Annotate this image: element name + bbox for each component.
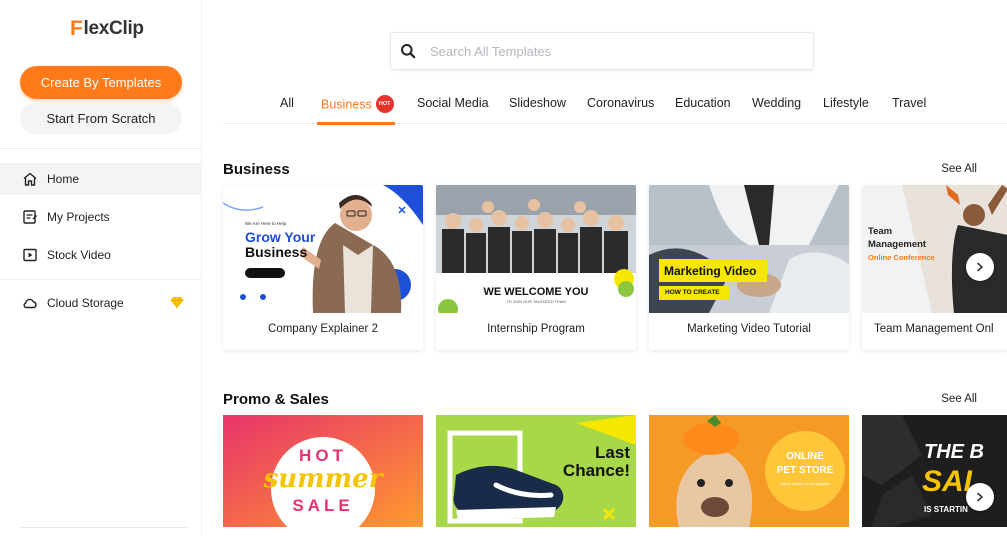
premium-diamond-icon bbox=[170, 296, 184, 309]
thumb-subheading: HOW TO CREATE bbox=[665, 289, 720, 296]
tab-social-media[interactable]: Social Media bbox=[417, 96, 489, 110]
chevron-right-icon bbox=[977, 262, 983, 272]
sidebar-item-home[interactable]: Home bbox=[0, 163, 202, 195]
template-title: Company Explainer 2 bbox=[268, 323, 378, 335]
sidebar-item-label: Cloud Storage bbox=[47, 296, 124, 310]
sidebar-bottom-divider bbox=[20, 527, 187, 528]
thumb-subtext: with a variety of pet supplies bbox=[779, 481, 831, 486]
tab-coronavirus[interactable]: Coronavirus bbox=[587, 96, 654, 110]
tab-travel[interactable]: Travel bbox=[892, 96, 926, 110]
template-card[interactable]: HOT summer SALE bbox=[223, 415, 423, 527]
thumb-subheading: TO JOIN OUR TALENTED TEAM bbox=[506, 299, 566, 304]
section-title-promo: Promo & Sales bbox=[223, 391, 329, 408]
thumb-heading-line1: Grow Your bbox=[245, 229, 316, 245]
flexclip-logo[interactable]: FlexClip bbox=[70, 17, 144, 41]
logo-text: lexClip bbox=[83, 18, 145, 39]
template-card[interactable]: ONLINE PET STORE with a variety of pet s… bbox=[649, 415, 849, 527]
see-all-business-link[interactable]: See All bbox=[941, 163, 977, 175]
tab-business[interactable]: Business HOT bbox=[321, 95, 394, 114]
template-card[interactable]: Marketing Video HOW TO CREATE Marketing … bbox=[649, 185, 849, 350]
template-title: Team Management Onl bbox=[874, 323, 994, 335]
tab-wedding[interactable]: Wedding bbox=[752, 96, 801, 110]
cloud-icon bbox=[22, 295, 38, 311]
template-thumbnail: WE WELCOME YOU TO JOIN OUR TALENTED TEAM bbox=[436, 185, 636, 313]
thumb-heading-line2: Business bbox=[245, 244, 308, 260]
search-bar bbox=[390, 32, 814, 70]
create-by-templates-button[interactable]: Create By Templates bbox=[20, 66, 182, 99]
template-title: Marketing Video Tutorial bbox=[687, 323, 811, 335]
projects-icon bbox=[22, 209, 38, 225]
thumb-text-line1: THE B bbox=[924, 441, 984, 463]
thumb-subtext: IS STARTIN bbox=[924, 505, 968, 514]
thumb-text-line2: PET STORE bbox=[776, 465, 834, 476]
sidebar-item-label: Home bbox=[47, 172, 80, 186]
template-thumbnail: Marketing Video HOW TO CREATE bbox=[649, 185, 849, 313]
thumb-small-text: We Are Here to Help bbox=[245, 221, 287, 226]
sidebar: FlexClip Create By Templates Start From … bbox=[0, 0, 202, 536]
thumb-text-bottom: SALE bbox=[292, 496, 354, 515]
sidebar-item-my-projects[interactable]: My Projects bbox=[0, 201, 202, 233]
sidebar-divider bbox=[0, 279, 202, 280]
template-title: Internship Program bbox=[487, 323, 585, 335]
template-thumbnail: We Are Here to Help Grow Your Business bbox=[223, 185, 423, 313]
logo-mark: F bbox=[70, 17, 83, 40]
scroll-right-business-button[interactable] bbox=[966, 253, 994, 281]
thumb-heading-line3: Online Conference bbox=[868, 253, 935, 262]
template-card[interactable]: Last Chance! bbox=[436, 415, 636, 527]
thumb-heading: WE WELCOME YOU bbox=[483, 286, 589, 298]
sidebar-item-label: My Projects bbox=[47, 210, 110, 224]
hot-badge: HOT bbox=[375, 95, 394, 113]
sidebar-item-cloud-storage[interactable]: Cloud Storage bbox=[0, 287, 202, 319]
video-icon bbox=[22, 247, 38, 263]
tab-slideshow[interactable]: Slideshow bbox=[509, 96, 566, 110]
search-icon bbox=[401, 44, 416, 59]
thumb-text-top: HOT bbox=[299, 446, 347, 465]
active-tab-indicator bbox=[317, 122, 395, 125]
tab-label: Business bbox=[321, 97, 372, 112]
scroll-right-promo-button[interactable] bbox=[966, 483, 994, 511]
start-from-scratch-button[interactable]: Start From Scratch bbox=[20, 103, 182, 134]
search-input[interactable] bbox=[430, 43, 770, 59]
category-tabs: All Business HOT Social Media Slideshow C… bbox=[222, 88, 1007, 125]
template-card[interactable]: WE WELCOME YOU TO JOIN OUR TALENTED TEAM… bbox=[436, 185, 636, 350]
thumb-heading-line2: Management bbox=[868, 239, 927, 250]
tab-education[interactable]: Education bbox=[675, 96, 731, 110]
sidebar-item-stock-video[interactable]: Stock Video bbox=[0, 239, 202, 271]
thumb-text-line1: ONLINE bbox=[786, 451, 824, 462]
home-icon bbox=[22, 171, 38, 187]
sidebar-divider bbox=[0, 148, 202, 149]
template-card[interactable]: We Are Here to Help Grow Your Business C… bbox=[223, 185, 423, 350]
thumb-text-mid: summer bbox=[263, 464, 383, 494]
thumb-text-line2: Chance! bbox=[562, 461, 630, 480]
tab-all[interactable]: All bbox=[280, 96, 294, 110]
see-all-promo-link[interactable]: See All bbox=[941, 393, 977, 405]
thumb-heading-line1: Team bbox=[868, 226, 893, 237]
sidebar-item-label: Stock Video bbox=[47, 248, 111, 262]
section-title-business: Business bbox=[223, 161, 290, 178]
chevron-right-icon bbox=[977, 492, 983, 502]
thumb-text-line1: Last bbox=[595, 443, 630, 462]
template-thumbnail: Team Management Online Conference bbox=[862, 185, 1007, 313]
thumb-heading: Marketing Video bbox=[664, 264, 757, 278]
tab-lifestyle[interactable]: Lifestyle bbox=[823, 96, 869, 110]
template-card[interactable]: THE B SAL IS STARTIN bbox=[862, 415, 1007, 527]
